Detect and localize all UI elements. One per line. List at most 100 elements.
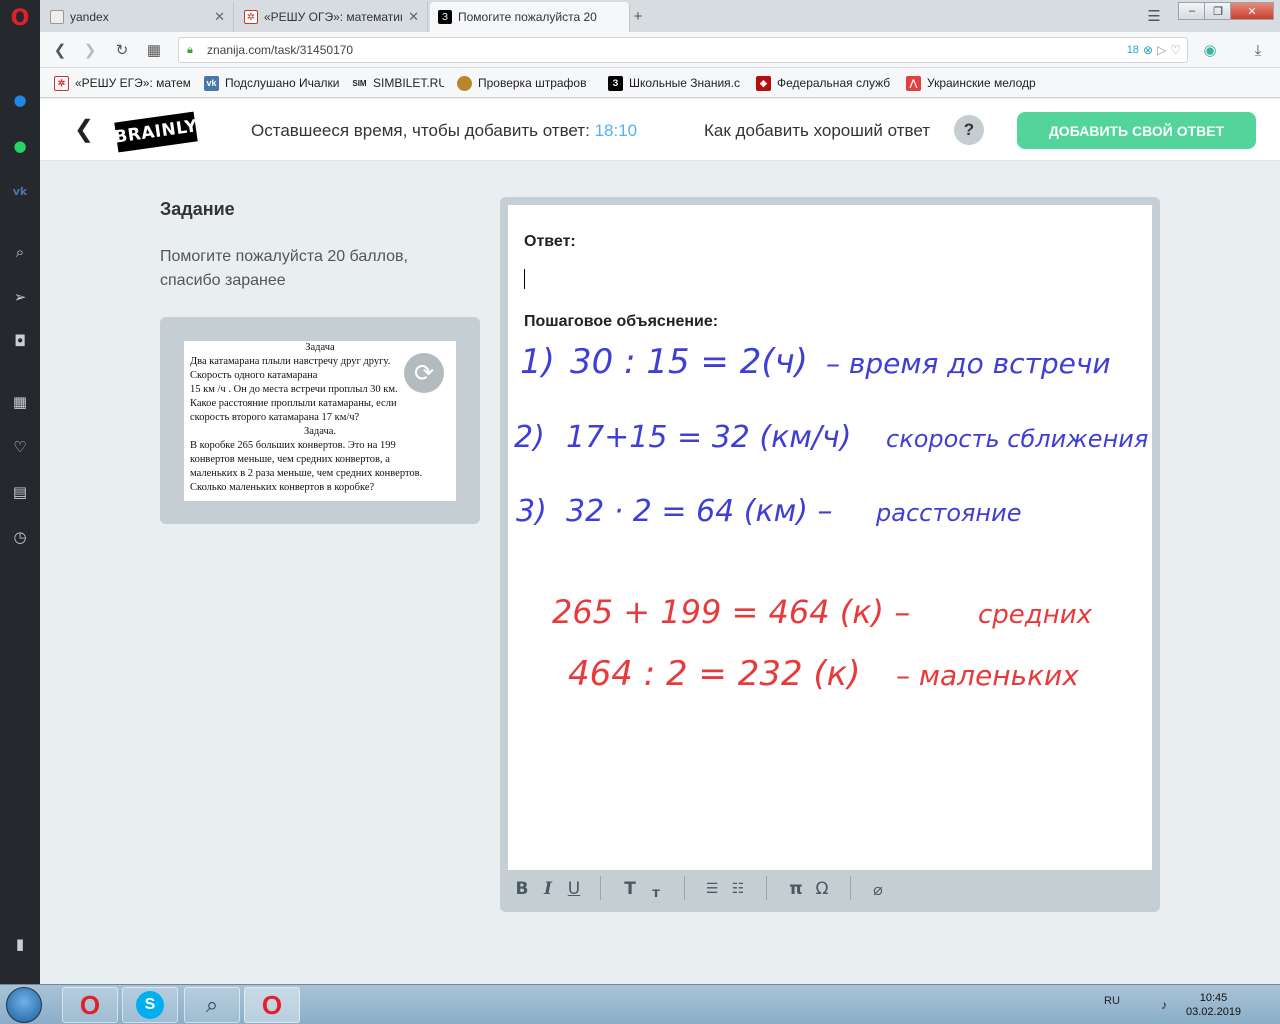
solution-line: 265 + 199 = 464 (к) – средних <box>552 593 1093 631</box>
back-arrow-icon[interactable]: ❮ <box>74 116 94 143</box>
history-icon[interactable]: ◷ <box>8 525 32 549</box>
solution-line: 1) 30 : 15 = 2(ч) – время до встречи <box>520 342 1111 382</box>
how-to-answer-link[interactable]: Как добавить хороший ответ <box>704 121 930 141</box>
whatsapp-icon[interactable]: ● <box>8 134 32 158</box>
url-text: znanija.com/task/31450170 <box>207 43 354 57</box>
attach-icon[interactable]: ⌀ <box>868 878 888 900</box>
bookmark-item[interactable]: З Школьные Знания.c <box>608 75 748 91</box>
search-tool-taskbar-icon[interactable]: ⌕ <box>184 987 240 1023</box>
solution-note: средних <box>978 600 1093 630</box>
vpn-icon[interactable]: ◉ <box>1200 40 1220 60</box>
answer-editor-frame: Ответ: Пошаговое объяснение: 1) 30 : 15 =… <box>500 197 1160 912</box>
melodrama-icon: ⋀ <box>906 75 921 91</box>
lock-icon: 🔒︎ <box>187 44 193 56</box>
news-icon[interactable]: ▤ <box>8 480 32 504</box>
send-icon[interactable]: ➢ <box>8 285 32 309</box>
address-bar[interactable]: 🔒︎ znanija.com/task/31450170 18 ⊗ ▷ ♡ <box>178 37 1188 63</box>
reload-icon[interactable]: ↻ <box>112 40 132 60</box>
heart-icon[interactable]: ♡ <box>8 435 32 459</box>
bullet-list-icon[interactable]: ☷ <box>728 878 748 900</box>
tab-reshu[interactable]: ✲ «РЕШУ ОГЭ»: математика ✕ <box>236 2 428 32</box>
solution-line: 2) 17+15 = 32 (км/ч) скорость сближения <box>514 420 1148 455</box>
adblock-icon[interactable]: ⊗ <box>1143 43 1153 57</box>
omega-button[interactable]: Ω <box>812 878 832 900</box>
solution-note: – маленьких <box>896 659 1079 692</box>
start-button[interactable] <box>6 987 42 1023</box>
opera-active-taskbar-icon[interactable]: O <box>244 987 300 1023</box>
solution-step-number: 3) <box>516 494 547 529</box>
tab-menu-icon[interactable]: ☰ <box>1144 6 1164 26</box>
solution-line: 3) 32 · 2 = 64 (км) – расстояние <box>516 494 1022 529</box>
send-page-icon[interactable]: ▷ <box>1157 43 1166 57</box>
add-answer-button[interactable]: ДОБАВИТЬ СВОЙ ОТВЕТ <box>1017 112 1256 149</box>
heading-small-button[interactable]: т <box>646 882 666 904</box>
toolbar-divider <box>766 876 767 900</box>
solution-expression: 17+15 = 32 (км/ч) <box>566 420 851 455</box>
camera-icon[interactable]: ◘ <box>8 329 32 353</box>
image-text-line: Сколько маленьких конвертов в коробке? <box>190 482 375 493</box>
bookmark-label: SIMBILET.RU <box>373 76 444 90</box>
close-window-button[interactable]: ✕ <box>1230 2 1274 20</box>
close-icon[interactable]: ✕ <box>408 9 419 25</box>
toolbar-divider <box>850 876 851 900</box>
windows-taskbar: O S ⌕ O RU ♪ 10:45 03.02.2019 <box>0 984 1280 1024</box>
close-icon[interactable]: ✕ <box>214 9 225 25</box>
opera-sidebar: O ● ● vk ⌕ ➢ ◘ ▦ ♡ ▤ ◷ ▮ <box>0 0 40 984</box>
bookmark-item[interactable]: ✲ «РЕШУ ЕГЭ»: матема <box>54 75 190 91</box>
new-tab-button[interactable]: + <box>628 6 648 26</box>
tab-znanija[interactable]: З Помогите пожалуйста 20 <box>430 2 630 32</box>
system-clock[interactable]: 10:45 03.02.2019 <box>1186 991 1241 1019</box>
numbered-list-icon[interactable]: ☰ <box>702 878 722 900</box>
bookmark-item[interactable]: SIM SIMBILET.RU <box>352 75 444 91</box>
back-icon[interactable]: ❮ <box>50 40 70 60</box>
task-attachment[interactable]: Задача Два катамарана плыли навстречу дру… <box>160 317 480 524</box>
bold-button[interactable]: B <box>512 878 532 900</box>
forward-icon[interactable]: ❯ <box>80 40 100 60</box>
image-text-line: В коробке 265 больших конвертов. Это на … <box>190 440 396 451</box>
tab-bar: yandex ✕ ✲ «РЕШУ ОГЭ»: математика ✕ З По… <box>40 0 1280 32</box>
answer-editor[interactable]: Ответ: Пошаговое объяснение: 1) 30 : 15 =… <box>508 205 1152 870</box>
tab-yandex[interactable]: yandex ✕ <box>42 2 234 32</box>
search-icon[interactable]: ⌕ <box>8 240 32 264</box>
sim-icon: SIM <box>352 78 367 88</box>
volume-icon[interactable]: ♪ <box>1154 995 1174 1015</box>
bookmark-label: Проверка штрафов <box>478 76 587 90</box>
bookmark-item[interactable]: ◈ Федеральная служб <box>756 75 896 91</box>
handwritten-solution: 1) 30 : 15 = 2(ч) – время до встречи 2) 17+1… <box>514 342 1148 694</box>
underline-button[interactable]: U <box>564 878 584 900</box>
skype-taskbar-icon[interactable]: S <box>122 987 178 1023</box>
bookmark-item[interactable]: Проверка штрафов <box>457 75 597 91</box>
pi-button[interactable]: π <box>786 878 806 900</box>
language-indicator[interactable]: RU <box>1104 995 1120 1007</box>
toolbar-divider <box>684 876 685 900</box>
speed-dial-icon[interactable]: ▦ <box>144 40 164 60</box>
opera-taskbar-icon[interactable]: O <box>62 987 118 1023</box>
download-icon[interactable]: ⤓ <box>1248 40 1268 60</box>
bookmark-label: Украинские мелодр <box>927 76 1036 90</box>
task-heading: Задание <box>160 199 235 219</box>
brainly-logo[interactable]: BRAINLY <box>113 111 199 153</box>
image-text-line: Задача. <box>303 426 337 437</box>
bookmark-label: Федеральная служб <box>777 76 891 90</box>
timer-label: Оставшееся время, чтобы добавить ответ: <box>251 121 590 140</box>
time-remaining: Оставшееся время, чтобы добавить ответ: … <box>251 121 637 141</box>
opera-logo-icon[interactable]: O <box>8 6 32 31</box>
maximize-button[interactable]: ❐ <box>1204 2 1232 20</box>
solution-expression: 464 : 2 = 232 (к) <box>568 654 860 694</box>
bookmark-item[interactable]: vk Подслушано Ичалки <box>204 75 344 91</box>
bookmark-item[interactable]: ⋀ Украинские мелодр <box>906 75 1046 91</box>
solution-step-number: 1) <box>520 342 555 382</box>
tab-label: yandex <box>70 10 109 24</box>
minimize-button[interactable]: – <box>1178 2 1206 20</box>
apps-icon[interactable]: ▦ <box>8 390 32 414</box>
sidebar-toggle-icon[interactable]: ▮ <box>8 932 32 956</box>
help-button[interactable]: ? <box>954 115 984 145</box>
italic-button[interactable]: I <box>538 878 558 900</box>
rotate-icon[interactable]: ⟳ <box>404 353 444 393</box>
bookmark-heart-icon[interactable]: ♡ <box>1170 43 1181 57</box>
heading-large-button[interactable]: T <box>620 878 640 900</box>
adblock-count: 18 <box>1126 44 1139 56</box>
vk-icon[interactable]: vk <box>8 179 32 203</box>
messenger-icon[interactable]: ● <box>8 88 32 112</box>
bookmark-label: «РЕШУ ЕГЭ»: матема <box>75 76 190 90</box>
